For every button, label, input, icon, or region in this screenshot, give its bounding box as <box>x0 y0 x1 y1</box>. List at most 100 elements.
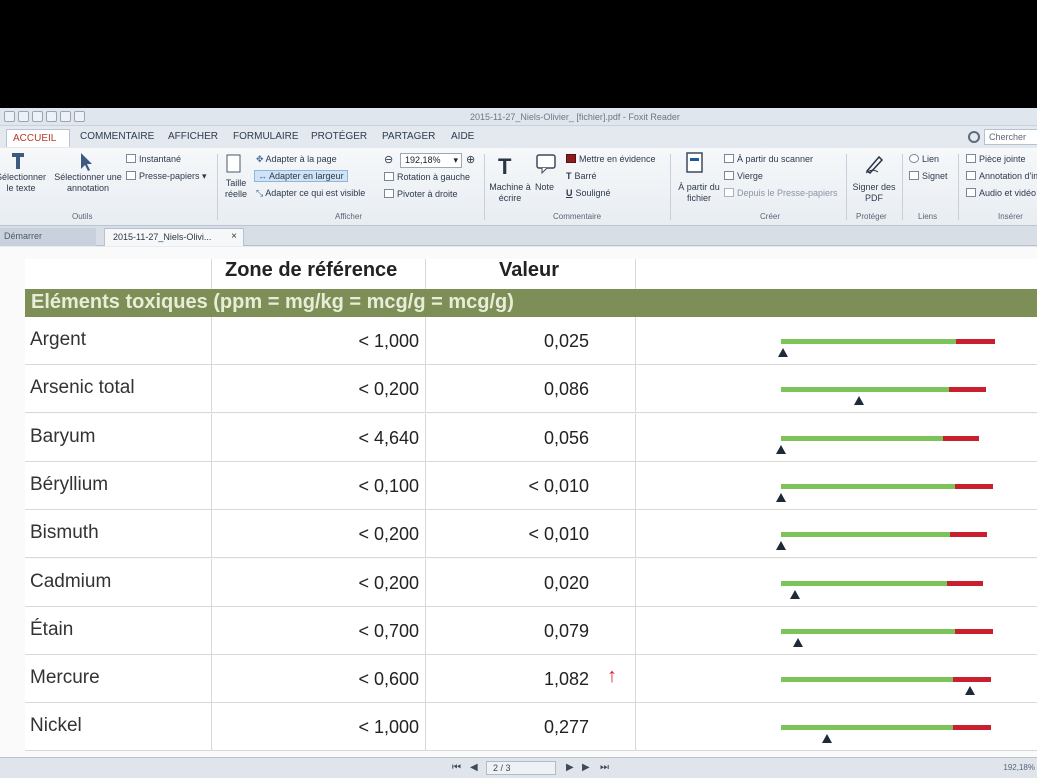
previous-page-icon[interactable]: ◀ <box>470 762 478 773</box>
blank-button[interactable]: Vierge <box>724 171 763 181</box>
grid-line <box>211 317 212 364</box>
note-button[interactable]: Note <box>535 182 554 192</box>
element-name: Baryum <box>30 425 96 447</box>
level-marker <box>965 686 975 696</box>
snapshot-button[interactable]: Instantané <box>126 154 181 164</box>
bar-normal-zone <box>781 435 944 441</box>
select-text-button[interactable]: Sélectionner le texte <box>0 172 48 194</box>
group-afficher: Afficher <box>335 212 362 221</box>
reference-range: < 1,000 <box>358 331 419 351</box>
zoom-input[interactable]: 192,18% ▾ <box>400 153 462 168</box>
grid-line <box>635 606 636 654</box>
tab-partager[interactable]: PARTAGER <box>382 131 435 142</box>
app-logo-icon[interactable] <box>4 111 15 122</box>
actual-size-button[interactable]: Taille réelle <box>222 178 250 200</box>
fit-visible-button[interactable]: ⤡ Adapter ce qui est visible <box>256 188 365 199</box>
group-creer: Créer <box>760 212 781 221</box>
level-marker <box>776 541 786 551</box>
undo-icon[interactable] <box>60 111 71 122</box>
image-annotation-button[interactable]: Annotation d'image <box>966 171 1037 181</box>
blank-page-icon <box>724 171 734 180</box>
page-number-input[interactable]: 2 / 3 <box>486 761 556 775</box>
next-page-icon[interactable]: ▶ <box>566 762 574 773</box>
link-button[interactable]: Lien <box>909 154 939 164</box>
ribbon-separator <box>958 154 959 220</box>
underline-button[interactable]: U Souligné <box>566 188 611 198</box>
tab-formulaire[interactable]: FORMULAIRE <box>233 131 299 142</box>
grid-line <box>425 461 426 509</box>
menu-tabs: ACCUEIL COMMENTAIRE AFFICHER FORMULAIRE … <box>0 126 1037 148</box>
table-row: Argent < 1,000 0,025 <box>25 317 1037 365</box>
tab-commentaire[interactable]: COMMENTAIRE <box>80 131 154 142</box>
element-name: Arsenic total <box>30 377 135 399</box>
zoom-in-icon[interactable]: ⊕ <box>466 153 475 166</box>
fit-width-button[interactable]: ↔ Adapter en largeur <box>254 170 348 182</box>
save-icon[interactable] <box>32 111 43 122</box>
audio-video-button[interactable]: Audio et vidéo <box>966 188 1036 198</box>
tab-document[interactable]: 2015-11-27_Niels-Olivi... × <box>104 228 244 246</box>
document-tabs: Démarrer 2015-11-27_Niels-Olivi... × <box>0 226 1037 246</box>
sign-pdf-button[interactable]: Signer des PDF <box>850 182 898 204</box>
level-marker <box>822 734 833 744</box>
ribbon: Sélectionner le texte Sélectionner une a… <box>0 148 1037 226</box>
last-page-icon[interactable]: ⏭ <box>600 762 609 773</box>
paste-icon <box>724 188 734 197</box>
close-icon[interactable]: × <box>231 231 237 242</box>
measured-value: 0,025 <box>543 331 589 351</box>
rotate-left-button[interactable]: Rotation à gauche <box>384 172 470 182</box>
from-file-button[interactable]: À partir du fichier <box>676 182 722 204</box>
from-clipboard-button[interactable]: Depuis le Presse-papiers <box>724 188 838 198</box>
grid-line <box>211 461 212 509</box>
rotate-right-button[interactable]: Pivoter à droite <box>384 189 458 199</box>
grid-line <box>425 510 426 558</box>
table-row: Mercure < 0,600 1,082 ↑ <box>25 655 1037 704</box>
grid-line <box>635 259 636 289</box>
select-text-icon <box>12 153 24 169</box>
element-name: Bismuth <box>30 522 99 544</box>
group-commentaire: Commentaire <box>553 212 602 221</box>
reference-range: < 4,640 <box>358 427 419 448</box>
next-page-alt-icon[interactable]: ▶ <box>582 762 590 773</box>
grid-line <box>211 365 212 413</box>
redo-icon[interactable] <box>74 111 85 122</box>
grid-line <box>211 259 212 289</box>
tab-accueil[interactable]: ACCUEIL <box>6 129 70 147</box>
grid-line <box>425 317 426 364</box>
element-name: Étain <box>30 618 74 640</box>
reference-range: < 0,100 <box>358 475 419 496</box>
open-icon[interactable] <box>18 111 29 122</box>
ribbon-separator <box>217 154 218 220</box>
level-bar <box>781 580 983 599</box>
attachment-button[interactable]: Pièce jointe <box>966 154 1026 164</box>
search-icon[interactable] <box>968 131 980 143</box>
fit-width-icon: ↔ <box>258 171 270 181</box>
typewriter-button[interactable]: Machine à écrire <box>488 182 532 204</box>
clipboard-button[interactable]: Presse-papiers ▾ <box>126 171 207 182</box>
bar-normal-zone <box>781 628 955 634</box>
select-annotation-button[interactable]: Sélectionner une annotation <box>52 172 124 194</box>
tab-proteger[interactable]: PROTÉGER <box>311 131 367 142</box>
from-scanner-button[interactable]: À partir du scanner <box>724 154 813 164</box>
tab-afficher[interactable]: AFFICHER <box>168 131 218 142</box>
zoom-out-icon[interactable]: ⊖ <box>384 153 393 166</box>
first-page-icon[interactable]: ⏮ <box>452 762 461 773</box>
level-marker <box>778 348 789 357</box>
tab-aide[interactable]: AIDE <box>451 131 474 142</box>
search-input[interactable]: Chercher <box>984 129 1037 145</box>
level-bar <box>776 483 993 502</box>
column-header-value: Valeur <box>499 259 560 281</box>
bar-high-zone <box>954 483 993 489</box>
table-row: Cadmium < 0,200 0,020 <box>25 558 1037 607</box>
reference-range: < 1,000 <box>358 717 419 738</box>
bookmark-button[interactable]: Signet <box>909 171 948 181</box>
print-icon[interactable] <box>46 111 57 122</box>
fit-page-button[interactable]: ✥ Adapter à la page <box>256 154 337 165</box>
chevron-down-icon[interactable]: ▾ <box>453 155 458 166</box>
highlight-button[interactable]: Mettre en évidence <box>566 154 656 164</box>
strikeout-button[interactable]: T Barré <box>566 171 597 181</box>
element-name: Béryllium <box>30 473 109 495</box>
table-row: Nickel < 1,000 0,277 <box>25 703 1037 752</box>
actual-size-icon <box>226 154 241 173</box>
grid-line <box>425 413 426 461</box>
tab-start[interactable]: Démarrer <box>0 228 96 246</box>
